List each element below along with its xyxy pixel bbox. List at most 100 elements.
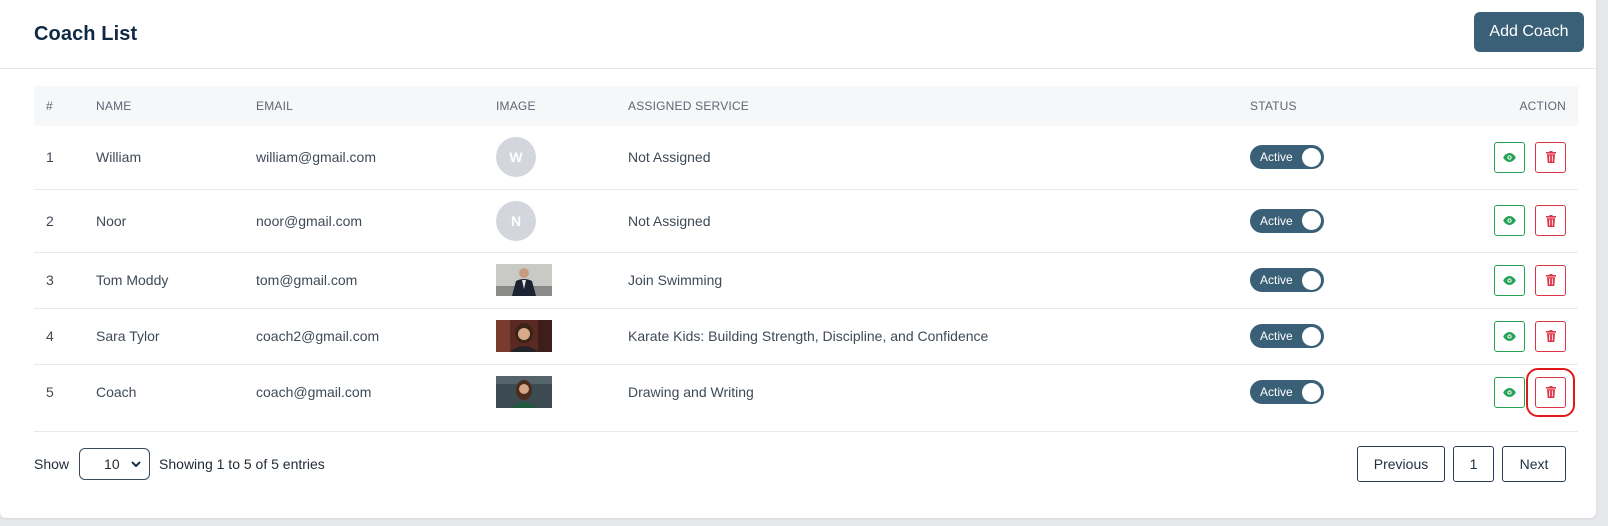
view-button[interactable] [1494, 320, 1525, 352]
assigned-service: Drawing and Writing [628, 384, 754, 401]
eye-icon [1503, 216, 1516, 225]
coach-table-wrap: # NAME EMAIL IMAGE ASSIGNED SERVICE STAT… [34, 86, 1578, 420]
assigned-service: Not Assigned [628, 189, 1250, 253]
column-header-email: EMAIL [256, 99, 294, 113]
status-label: Active [1260, 385, 1293, 400]
view-button[interactable] [1494, 376, 1525, 408]
status-toggle[interactable]: Active [1250, 324, 1324, 348]
coach-email: coach2@gmail.com [256, 308, 496, 365]
coach-image-cell [496, 364, 628, 420]
column-header-image: IMAGE [496, 99, 536, 113]
trash-icon [1545, 330, 1556, 342]
entries-info: Showing 1 to 5 of 5 entries [159, 456, 325, 472]
column-header-name: NAME [96, 99, 132, 113]
previous-button[interactable]: Previous [1357, 446, 1445, 482]
view-button[interactable] [1494, 264, 1525, 296]
row-number: 5 [46, 384, 54, 401]
avatar: N [496, 200, 536, 241]
coach-image-cell [496, 308, 628, 365]
toggle-knob [1302, 326, 1321, 346]
table-row: 4 Sara Tylor coach2@gmail.com Karate Kid… [34, 308, 1578, 365]
status-toggle[interactable]: Active [1250, 268, 1324, 292]
page-1-button[interactable]: 1 [1453, 446, 1494, 482]
toggle-knob [1302, 382, 1321, 402]
chevron-down-icon [131, 460, 141, 467]
assigned-service: Not Assigned [628, 126, 1250, 190]
page-title: Coach List [34, 22, 138, 45]
status-label: Active [1260, 329, 1293, 343]
page-size-control: Show 10 Showing 1 to 5 of 5 entries [34, 448, 325, 480]
avatar: W [496, 137, 536, 178]
coach-image-cell [496, 252, 628, 309]
eye-icon [1503, 275, 1516, 285]
coach-table: # NAME EMAIL IMAGE ASSIGNED SERVICE STAT… [34, 86, 1578, 420]
action-cell [1480, 308, 1578, 365]
row-number: 3 [34, 252, 96, 309]
action-cell [1480, 252, 1578, 309]
delete-button[interactable] [1535, 205, 1566, 236]
coach-photo [496, 376, 552, 409]
status-cell: Active [1250, 252, 1480, 309]
toggle-knob [1302, 211, 1321, 230]
eye-icon [1503, 331, 1516, 341]
eye-icon [1503, 387, 1516, 397]
trash-icon [1545, 386, 1556, 399]
card-header: Coach List Add Coach [0, 0, 1596, 69]
coach-image-cell: W [496, 126, 628, 190]
column-header-status: STATUS [1250, 99, 1297, 113]
column-header-action: ACTION [1519, 99, 1566, 113]
pagination: Previous 1 Next [1357, 446, 1566, 482]
add-coach-button[interactable]: Add Coach [1474, 12, 1584, 52]
coach-email: tom@gmail.com [256, 252, 496, 309]
toggle-knob [1302, 147, 1321, 167]
table-row: 3 Tom Moddy tom@gmail.com Join Swimming … [34, 252, 1578, 309]
status-label: Active [1260, 213, 1293, 228]
coach-name: Sara Tylor [96, 308, 256, 365]
coach-photo [496, 264, 552, 296]
coach-photo [496, 320, 552, 352]
show-label: Show [34, 456, 70, 472]
status-toggle[interactable]: Active [1250, 208, 1324, 233]
page-size-select[interactable]: 10 [79, 448, 151, 480]
coach-name: Coach [96, 384, 137, 401]
column-header-num: # [46, 99, 53, 113]
action-cell [1480, 126, 1578, 190]
delete-button[interactable] [1535, 264, 1566, 296]
status-label: Active [1260, 273, 1293, 287]
delete-button[interactable] [1535, 141, 1566, 173]
table-footer-divider [34, 431, 1578, 432]
trash-icon [1545, 274, 1556, 286]
toggle-knob [1302, 270, 1321, 290]
coach-email: william@gmail.com [256, 126, 496, 190]
delete-button[interactable] [1526, 367, 1575, 417]
row-number: 2 [34, 189, 96, 253]
table-row: 1 William william@gmail.com W Not Assign… [34, 126, 1578, 190]
delete-button[interactable] [1535, 320, 1566, 352]
view-button[interactable] [1494, 205, 1525, 236]
status-toggle[interactable]: Active [1250, 380, 1324, 405]
action-cell [1480, 364, 1578, 420]
action-cell [1480, 189, 1578, 253]
trash-icon [1545, 214, 1556, 227]
view-button[interactable] [1494, 141, 1525, 173]
table-row: 5 Coach coach@gmail.com Drawing and Writ… [34, 364, 1578, 420]
page-size-value: 10 [104, 456, 120, 472]
status-cell: Active [1250, 364, 1480, 420]
coach-email: noor@gmail.com [256, 189, 496, 253]
row-number: 1 [34, 126, 96, 190]
status-toggle[interactable]: Active [1250, 145, 1324, 170]
coach-name: William [96, 126, 256, 190]
assigned-service: Join Swimming [628, 252, 1250, 309]
coach-name: Noor [96, 189, 256, 253]
coach-image-cell: N [496, 189, 628, 253]
coach-list-card: Coach List Add Coach # NAME EMAIL IMAGE … [0, 0, 1596, 518]
coach-name: Tom Moddy [96, 252, 256, 309]
eye-icon [1503, 152, 1516, 162]
trash-icon [1545, 151, 1556, 164]
assigned-service: Karate Kids: Building Strength, Discipli… [628, 308, 1250, 365]
status-cell: Active [1250, 308, 1480, 365]
status-cell: Active [1250, 126, 1480, 190]
next-button[interactable]: Next [1502, 446, 1566, 482]
table-row: 2 Noor noor@gmail.com N Not Assigned Act… [34, 189, 1578, 253]
status-cell: Active [1250, 189, 1480, 253]
